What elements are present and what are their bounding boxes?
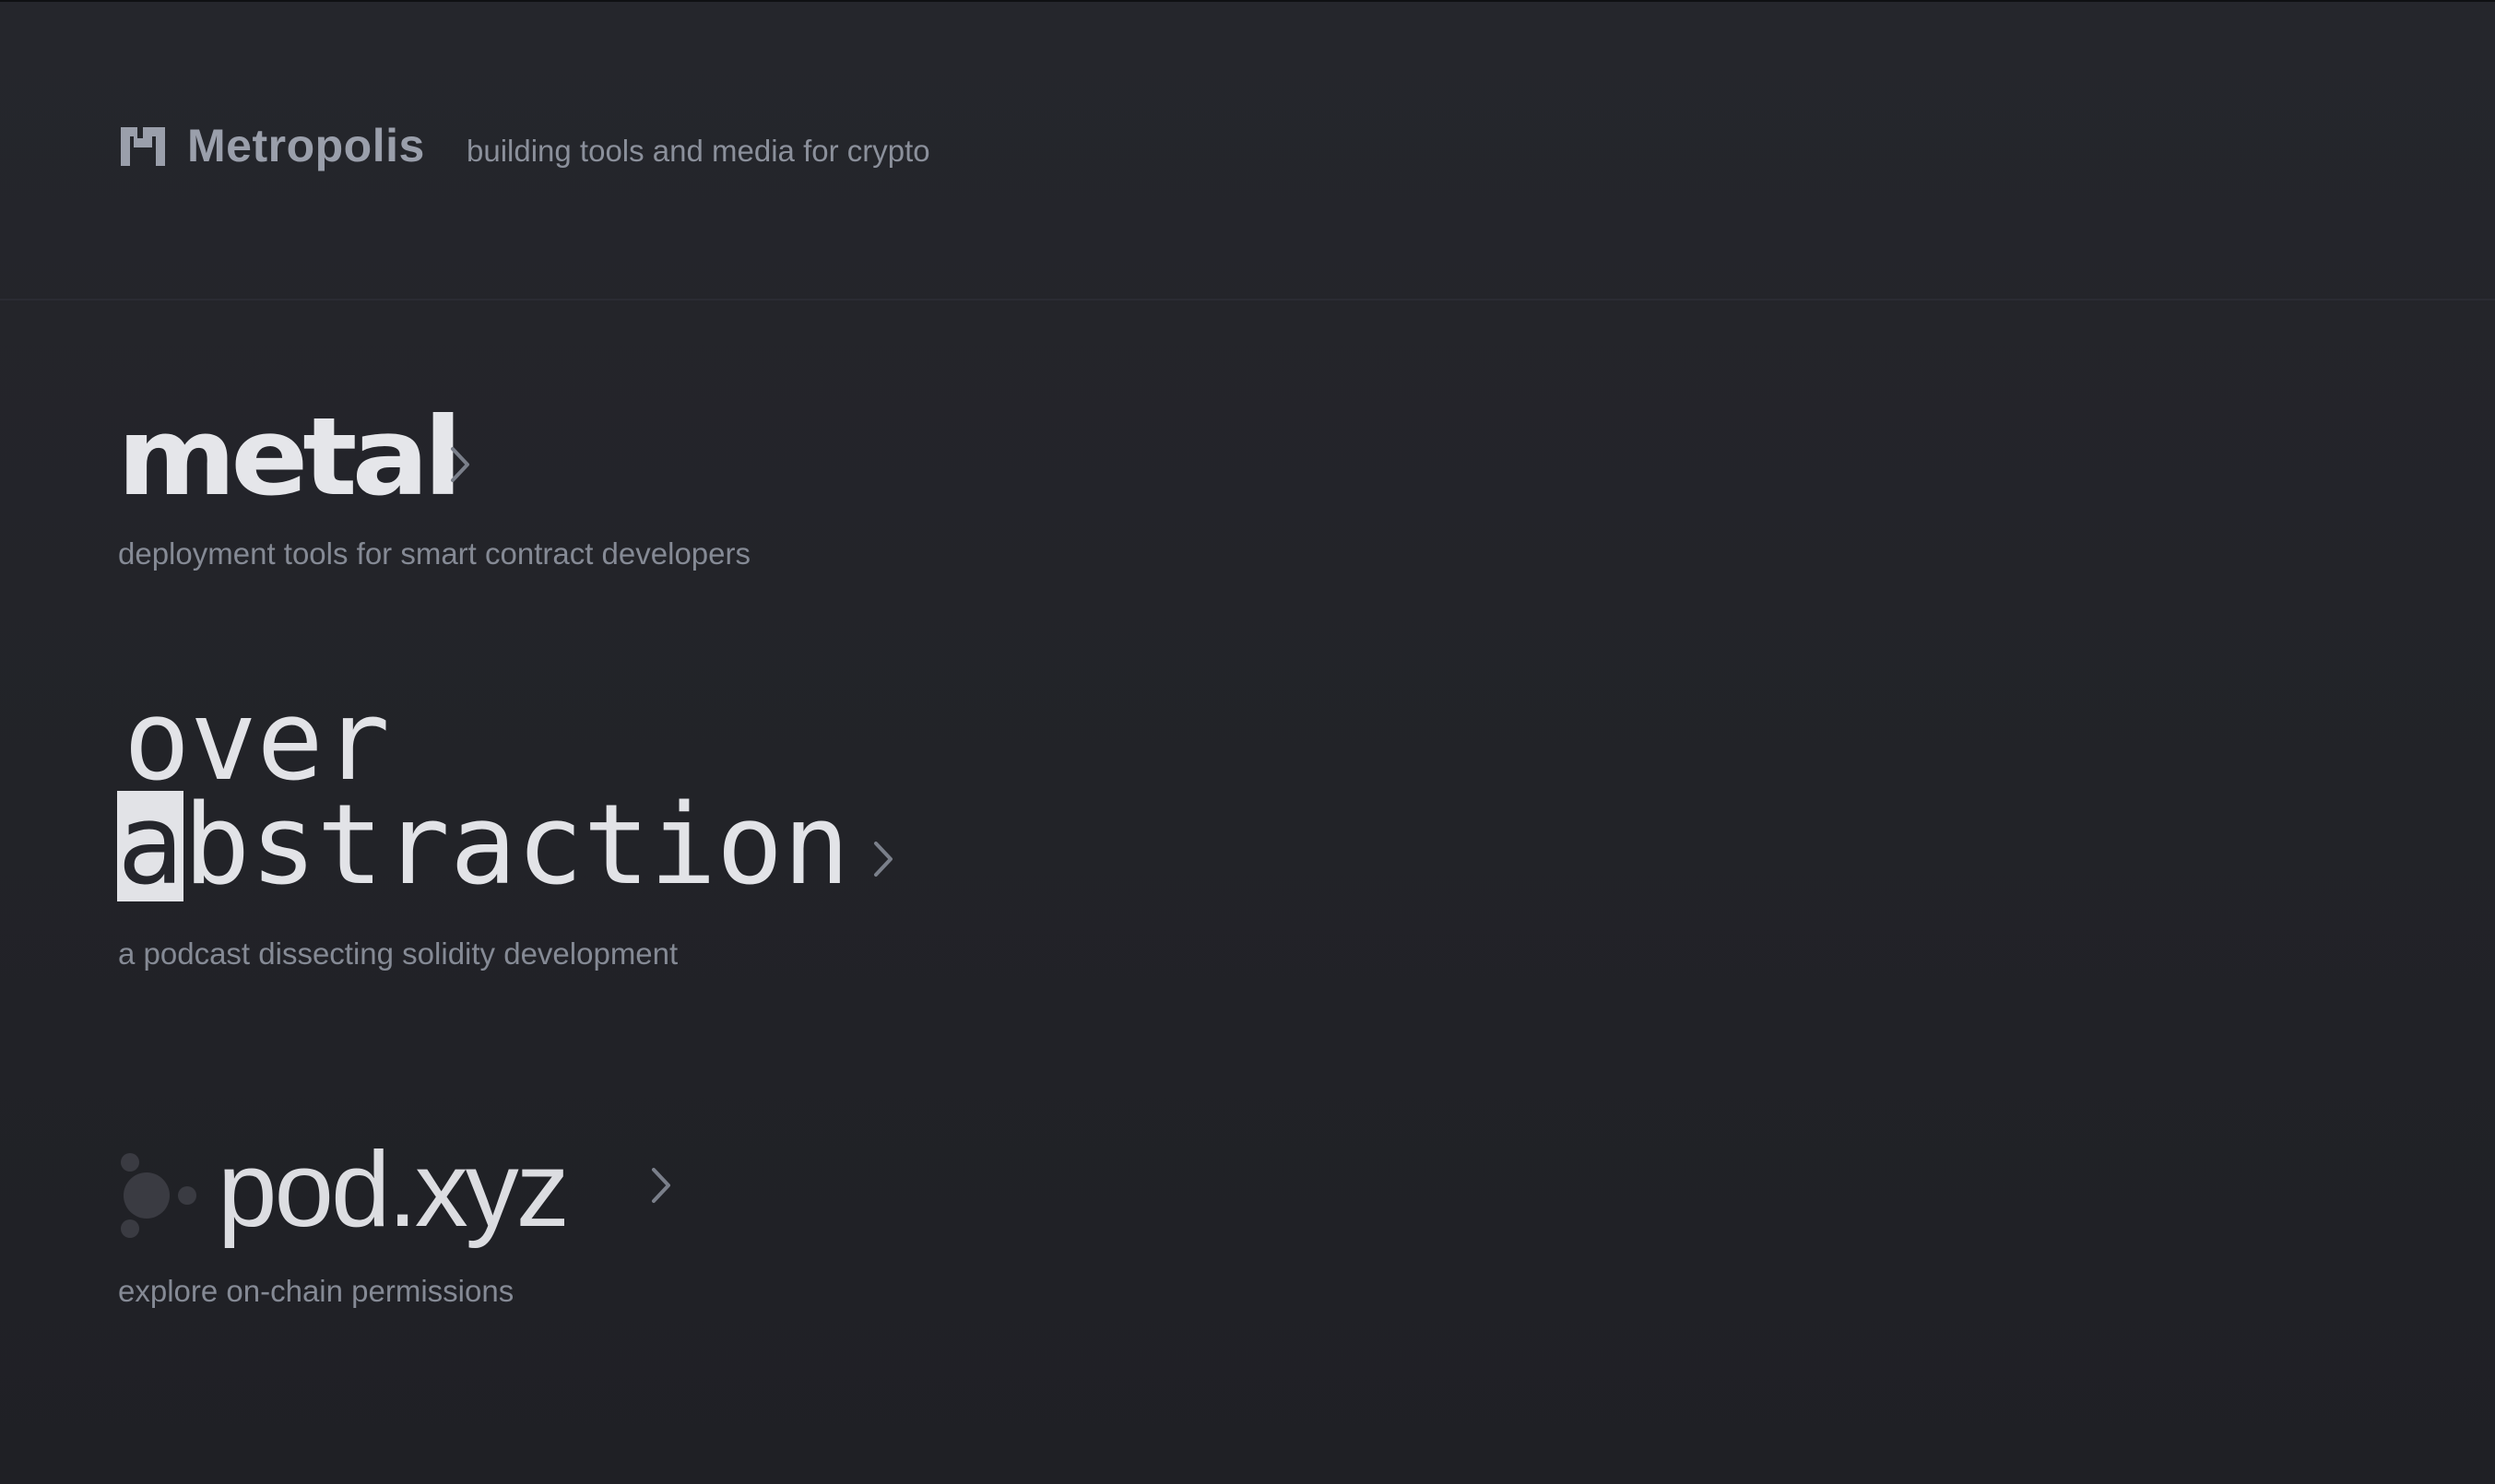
- site-header: Metropolis building tools and media for …: [0, 2, 2495, 300]
- text-cursor-highlight: a: [117, 782, 184, 910]
- pod-xyz-description: explore on-chain permissions: [118, 1274, 514, 1308]
- over-abstraction-title-line1[interactable]: over: [124, 687, 390, 797]
- over-abstraction-title-line2[interactable]: abstraction: [117, 791, 849, 901]
- over-abstraction-title-rest: bstraction: [183, 782, 850, 910]
- pod-xyz-wordmark[interactable]: pod.xyz: [218, 1129, 570, 1249]
- chevron-right-icon[interactable]: [650, 1166, 672, 1205]
- metal-wordmark[interactable]: metal: [117, 404, 463, 512]
- metal-description: deployment tools for smart contract deve…: [118, 536, 751, 571]
- pod-dots-logo-icon: [121, 1153, 196, 1238]
- brand-name: Metropolis: [187, 120, 425, 171]
- chevron-right-icon[interactable]: [449, 445, 471, 484]
- over-abstraction-description: a podcast dissecting solidity developmen…: [118, 936, 679, 971]
- chevron-right-icon[interactable]: [872, 840, 894, 878]
- metropolis-logo-icon: [121, 127, 165, 166]
- site-tagline: building tools and media for crypto: [467, 134, 930, 168]
- brand-link[interactable]: Metropolis: [117, 120, 425, 171]
